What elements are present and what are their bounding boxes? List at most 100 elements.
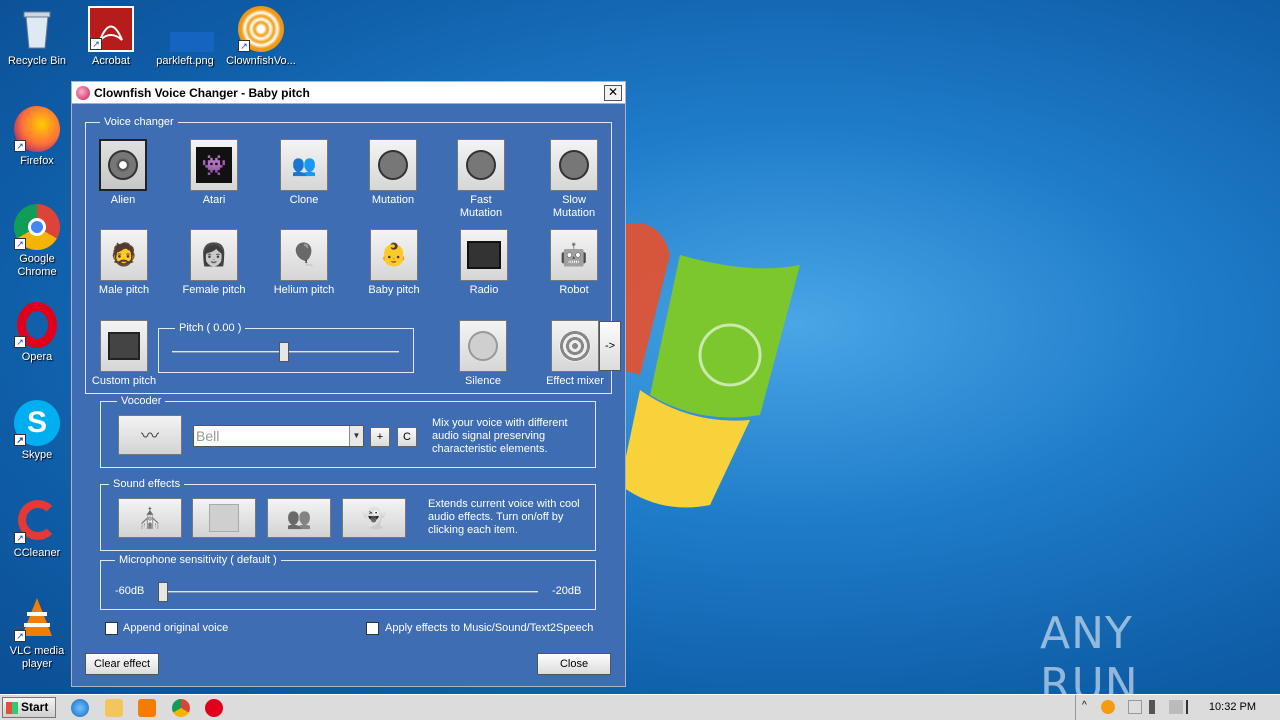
desktop-icon-acrobat[interactable]: ↗ Acrobat Reader DC [74,6,148,68]
append-original-label: Append original voice [123,622,229,634]
vocoder-add-button[interactable]: + [370,427,390,447]
voice-radio-button[interactable]: Radio [439,229,529,297]
voice-label: Helium pitch [273,284,335,296]
desktop-icon-ccleaner[interactable]: ↗ CCleaner [0,498,74,560]
window-titlebar[interactable]: Clownfish Voice Changer - Baby pitch ✕ [72,82,625,104]
desktop-icon-label: ClownfishVo... [226,55,296,67]
explorer-taskbar-icon[interactable] [105,699,123,717]
voice-label: Custom pitch [91,375,157,387]
apply-effects-checkbox[interactable] [366,622,379,635]
effect-crowd-button[interactable]: 👥 [267,498,331,538]
effect-cave-button[interactable] [192,498,256,538]
voice-atari-button[interactable]: 👾 Atari [169,139,259,207]
clownfish-tray-icon[interactable] [1101,700,1115,714]
desktop-icon-label: Skype [21,449,53,461]
desktop-icon-label: Recycle Bin [7,55,67,67]
voice-alien-button[interactable]: Alien [78,139,168,207]
vocoder-description: Mix your voice with different audio sign… [432,417,568,455]
voice-label: Male pitch [98,284,150,296]
voice-changer-label: Voice changer [100,116,178,128]
desktop-icon-label: parkleft.png [156,55,214,67]
voice-label: Slow Mutation [552,194,596,219]
atari-icon: 👾 [196,147,232,183]
desktop-icon-parkleft[interactable]: parkleft.png [148,6,222,68]
clownfish-app-icon [76,85,90,100]
append-original-checkbox[interactable] [105,622,118,635]
clear-effect-button[interactable]: Clear effect [85,653,159,675]
spiral-icon [559,330,591,362]
voice-label: Robot [559,284,589,296]
cave-icon [209,504,239,532]
anyrun-watermark: ANY RUN [1040,608,1139,710]
ghost-icon: 👻 [361,507,387,530]
desktop-icon-clownfish[interactable]: ↗ ClownfishVo... [224,6,298,68]
alien-icon [108,150,138,180]
voice-label: Clone [289,194,319,206]
voice-silence-button[interactable]: Silence [438,320,528,388]
voice-helium-pitch-button[interactable]: 🎈 Helium pitch [259,229,349,297]
chrome-icon: ↗ [14,204,60,250]
opera-icon: ↗ [14,302,60,348]
shortcut-arrow-icon: ↗ [238,40,250,52]
voice-slow-mutation-button[interactable]: Slow Mutation [529,139,619,220]
desktop-icon-firefox[interactable]: ↗ Firefox [0,106,74,168]
chrome-taskbar-icon[interactable] [172,699,190,717]
volume-icon[interactable] [1149,700,1163,714]
vocoder-select[interactable]: Bell ▼ [193,425,364,447]
desktop-icon-vlc[interactable]: ↗ VLC media player [0,596,74,671]
radio-icon [467,241,501,269]
waveform-icon: 〰 [141,426,159,446]
clock[interactable]: 10:32 PM [1209,701,1256,713]
show-hidden-icons-icon[interactable]: ^ [1082,700,1096,714]
media-player-taskbar-icon[interactable] [138,699,156,717]
start-button[interactable]: Start [2,697,56,718]
voice-female-pitch-button[interactable]: 👩 Female pitch [169,229,259,297]
desktop-icon-label: Firefox [20,155,54,167]
voice-robot-button[interactable]: 🤖 Robot [529,229,619,297]
pitch-slider-thumb[interactable] [279,342,289,362]
desktop-icon-chrome[interactable]: ↗ Google Chrome [0,204,74,279]
voice-custom-pitch-button[interactable]: Custom pitch [79,320,169,388]
shortcut-arrow-icon: ↗ [14,532,26,544]
desktop-icon-recycle-bin[interactable]: Recycle Bin [0,6,74,68]
pitch-label: Pitch ( 0.00 ) [175,322,246,334]
voice-label: Effect mixer [546,375,604,387]
shortcut-arrow-icon: ↗ [14,336,26,348]
desktop-icon-opera[interactable]: ↗ Opera [0,302,74,364]
opera-taskbar-icon[interactable] [205,699,223,717]
voice-baby-pitch-button[interactable]: 👶 Baby pitch [349,229,439,297]
start-label: Start [21,700,49,714]
voice-label: Atari [202,194,226,206]
voice-label: Fast Mutation [459,194,503,219]
crowd-icon: 👥 [286,507,312,530]
shortcut-arrow-icon: ↗ [14,434,26,446]
recycle-bin-icon [14,6,60,52]
voice-mutation-button[interactable]: Mutation [348,139,438,207]
female-icon: 👩 [200,242,228,267]
taskbar: Start ^ 10:32 PM [0,694,1280,720]
desktop-icon-skype[interactable]: S ↗ Skype [0,400,74,462]
desktop-icon-label: Opera [21,351,53,363]
chevron-down-icon[interactable]: ▼ [349,426,363,446]
voice-male-pitch-button[interactable]: 🧔 Male pitch [79,229,169,297]
mic-slider-track[interactable] [158,591,538,593]
action-center-icon[interactable] [1186,700,1200,714]
network-icon[interactable] [1169,700,1183,714]
acrobat-icon: ↗ [88,6,134,52]
close-button[interactable]: Close [537,653,611,675]
apply-effects-label: Apply effects to Music/Sound/Text2Speech [385,622,594,634]
voice-clone-button[interactable]: 👥 Clone [259,139,349,207]
effect-mixer-expand-button[interactable]: -> [599,321,621,371]
effect-ghost-button[interactable]: 👻 [342,498,406,538]
mic-slider-thumb[interactable] [158,582,168,602]
voice-fast-mutation-button[interactable]: Fast Mutation [436,139,526,220]
mic-min-label: -60dB [115,585,145,597]
ie-taskbar-icon[interactable] [71,699,89,717]
flag-icon[interactable] [1128,700,1142,714]
balloon-icon: 🎈 [290,242,318,267]
voice-label: Silence [464,375,502,387]
vocoder-clear-button[interactable]: C [397,427,417,447]
vocoder-wave-button[interactable]: 〰 [118,415,182,455]
window-close-button[interactable]: ✕ [604,84,622,101]
effect-church-button[interactable]: ⛪ [118,498,182,538]
